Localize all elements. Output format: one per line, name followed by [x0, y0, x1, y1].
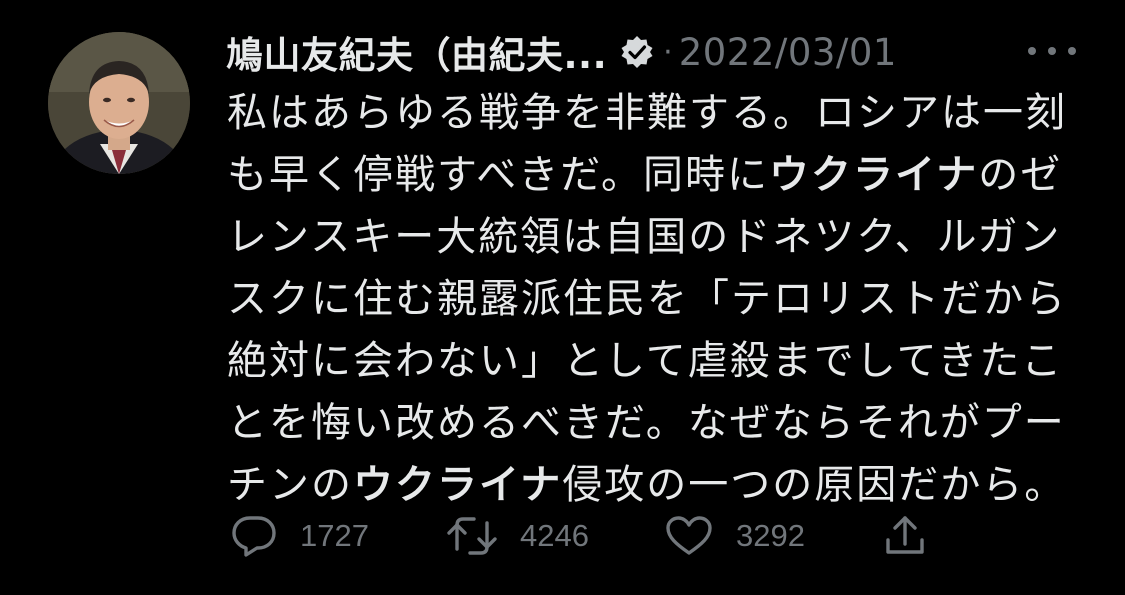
reply-icon [230, 513, 278, 559]
heart-icon [664, 513, 714, 559]
tweet-text-segment: チンの [227, 462, 353, 508]
tweet-text-bold-segment: ウクライナ [353, 462, 563, 508]
tweet-text-line: 絶対に会わない」として虐殺までしてきたこ [227, 330, 1087, 392]
like-button[interactable]: 3292 [664, 508, 805, 564]
tweet-text-segment: とを悔い改めるべきだ。なぜならそれがプー [227, 400, 1066, 446]
share-icon [882, 512, 928, 560]
tweet-date[interactable]: 2022/03/01 [679, 31, 897, 74]
reply-button[interactable]: 1727 [230, 508, 369, 564]
tweet-text-line: スクに住む親露派住民を「テロリストだから [227, 268, 1087, 330]
tweet-text-segment: 絶対に会わない」として虐殺までしてきたこ [227, 338, 1064, 384]
tweet-text-line: 私はあらゆる戦争を非難する。ロシアは一刻 [227, 82, 1087, 144]
retweet-button[interactable]: 4246 [446, 508, 589, 564]
separator-dot: · [663, 34, 673, 70]
tweet[interactable]: 鳩山友紀夫（由紀夫... · 2022/03/01 私はあらゆる戦争を非難する。… [0, 0, 1125, 595]
retweet-count: 4246 [520, 518, 589, 553]
tweet-header: 鳩山友紀夫（由紀夫... · 2022/03/01 [226, 26, 897, 78]
tweet-text-segment: スクに住む親露派住民を「テロリストだから [227, 276, 1067, 322]
tweet-text-line: とを悔い改めるべきだ。なぜならそれがプー [227, 392, 1087, 454]
tweet-text-line: レンスキー大統領は自国のドネツク、ルガン [227, 206, 1087, 268]
avatar[interactable] [48, 32, 190, 174]
tweet-text-segment: のゼ [978, 152, 1063, 198]
tweet-text-segment: 私はあらゆる戦争を非難する。ロシアは一刻 [227, 90, 1067, 136]
tweet-text-line: チンのウクライナ侵攻の一つの原因だから。 [227, 454, 1087, 516]
tweet-text-segment: 侵攻の一つの原因だから。 [562, 462, 1067, 508]
author-name[interactable]: 鳩山友紀夫（由紀夫... [226, 25, 607, 79]
tweet-text-segment: も早く停戦すべきだ。同時に [227, 152, 769, 198]
verified-badge-icon [619, 34, 655, 70]
retweet-icon [446, 513, 498, 559]
share-button[interactable] [882, 508, 928, 564]
tweet-text-line: も早く停戦すべきだ。同時にウクライナのゼ [227, 144, 1087, 206]
tweet-text-bold-segment: ウクライナ [769, 152, 979, 198]
reply-count: 1727 [300, 518, 369, 553]
tweet-text: 私はあらゆる戦争を非難する。ロシアは一刻 も早く停戦すべきだ。同時にウクライナのゼ… [227, 82, 1087, 516]
like-count: 3292 [736, 518, 805, 553]
avatar-image [48, 32, 190, 174]
action-bar: 1727 4246 3292 [228, 508, 948, 564]
more-options-icon[interactable] [1028, 34, 1076, 68]
tweet-text-segment: レンスキー大統領は自国のドネツク、ルガン [227, 214, 1062, 260]
